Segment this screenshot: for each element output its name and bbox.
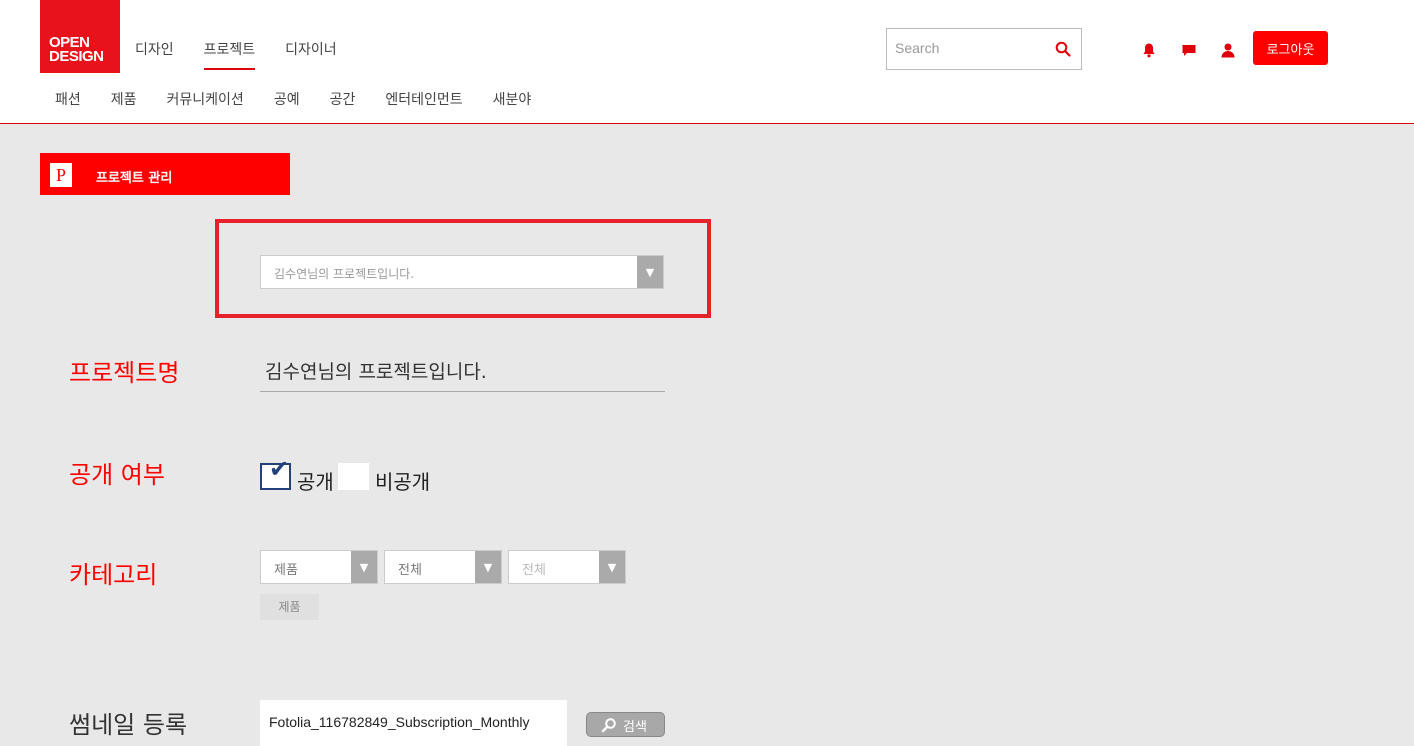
main-nav: 디자인 프로젝트 디자이너	[135, 37, 367, 70]
user-icon[interactable]	[1220, 42, 1236, 58]
project-name-label: 프로젝트명	[69, 359, 180, 387]
sub-nav-communication[interactable]: 커뮤니케이션	[167, 89, 244, 109]
thumbnail-file-field[interactable]: Fotolia_116782849_Subscription_Monthly	[260, 700, 567, 746]
sub-nav-entertainment[interactable]: 엔터테인먼트	[385, 89, 462, 109]
sub-nav: 패션 제품 커뮤니케이션 공예 공간 엔터테인먼트 새분야	[55, 89, 561, 109]
nav-design[interactable]: 디자인	[135, 37, 174, 70]
sub-nav-craft[interactable]: 공예	[274, 89, 300, 109]
visibility-label: 공개 여부	[69, 461, 165, 489]
chevron-down-icon[interactable]: ▼	[351, 551, 377, 583]
chevron-down-icon[interactable]: ▼	[637, 256, 663, 288]
checkmark-icon: ✔	[269, 455, 290, 483]
category-select-1[interactable]: 제품 ▼	[260, 550, 378, 584]
public-label: 공개	[297, 470, 334, 494]
search-icon[interactable]	[1055, 41, 1071, 57]
category-select-2[interactable]: 전체 ▼	[384, 550, 502, 584]
open-design-logo[interactable]: OPEN DESIGN	[40, 0, 120, 73]
project-name-input[interactable]: 김수연님의 프로젝트입니다.	[265, 357, 487, 384]
category-select-2-value: 전체	[398, 563, 422, 578]
thumbnail-label: 썸네일 등록	[69, 711, 188, 739]
sub-nav-space[interactable]: 공간	[330, 89, 356, 109]
category-select-3-value: 전체	[522, 563, 546, 578]
private-label: 비공개	[375, 470, 431, 494]
logo-line-2: DESIGN	[49, 48, 104, 65]
thumbnail-search-button[interactable]: 검색	[586, 712, 665, 737]
category-label: 카테고리	[69, 561, 158, 589]
sub-nav-product[interactable]: 제품	[111, 89, 137, 109]
thumbnail-file-name: Fotolia_116782849_Subscription_Monthly	[269, 714, 530, 730]
category-select-3[interactable]: 전체 ▼	[508, 550, 626, 584]
project-name-underline	[260, 391, 665, 392]
sub-nav-fashion[interactable]: 패션	[55, 89, 81, 109]
sub-nav-new-field[interactable]: 새분야	[493, 89, 532, 109]
bell-icon[interactable]	[1141, 42, 1157, 58]
public-checkbox[interactable]: ✔	[260, 455, 291, 490]
project-badge: P	[50, 163, 72, 187]
magnifier-icon	[601, 718, 616, 733]
chevron-down-icon[interactable]: ▼	[475, 551, 501, 583]
chevron-down-icon[interactable]: ▼	[599, 551, 625, 583]
section-header: P 프로젝트 관리	[40, 153, 290, 195]
project-select[interactable]: 김수연님의 프로젝트입니다. ▼	[260, 255, 664, 289]
logout-button[interactable]: 로그아웃	[1253, 31, 1328, 65]
chat-icon[interactable]	[1181, 42, 1197, 58]
search-input[interactable]	[887, 29, 1047, 67]
site-header: OPEN DESIGN 디자인 프로젝트 디자이너 패션 제품 커뮤니케이션 공…	[0, 0, 1414, 124]
nav-designer[interactable]: 디자이너	[285, 37, 337, 70]
nav-project[interactable]: 프로젝트	[203, 37, 256, 70]
private-checkbox[interactable]	[338, 463, 369, 490]
section-title: 프로젝트 관리	[96, 171, 173, 186]
project-select-value: 김수연님의 프로젝트입니다.	[274, 267, 415, 281]
search-box	[886, 28, 1082, 70]
search-button-label: 검색	[623, 719, 647, 734]
category-select-1-value: 제품	[274, 563, 298, 578]
category-tag[interactable]: 제품	[260, 594, 319, 620]
